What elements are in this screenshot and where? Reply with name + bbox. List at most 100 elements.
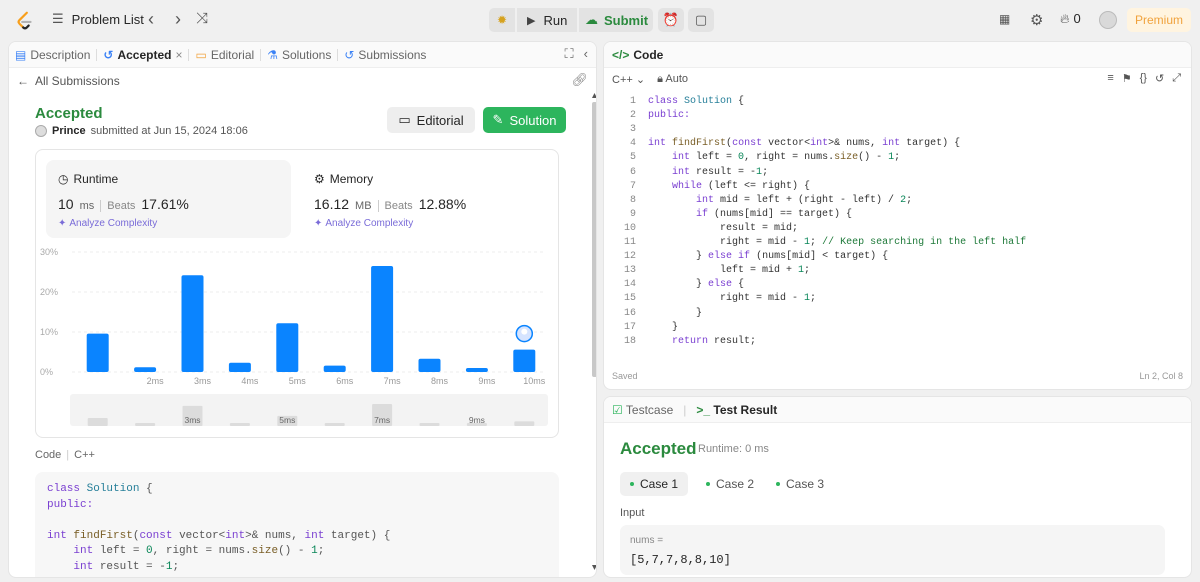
tab-solutions[interactable]: ⚗ Solutions — [261, 42, 337, 68]
gear-icon[interactable]: ⚙ — [1030, 11, 1043, 29]
left-tabs: ▤ Description ↺ Accepted × ▭ Editorial ⚗ Solu… — [9, 42, 596, 68]
reset-icon[interactable]: ↺ — [1155, 72, 1164, 85]
tab-test-result[interactable]: >_ Test Result — [696, 403, 777, 417]
tab-testcase[interactable]: ☑ Testcase — [612, 403, 673, 417]
run-button[interactable]: ▶ Run — [517, 8, 577, 32]
streak-counter[interactable]: 🔥︎ 0 — [1060, 11, 1081, 27]
x-tick-label: 7ms — [384, 376, 402, 386]
fire-icon: 🔥︎ — [1060, 11, 1070, 26]
submit-button[interactable]: ☁ Submit — [579, 8, 653, 32]
description-icon: ▤ — [15, 47, 27, 62]
overview-label: 5ms — [279, 415, 295, 425]
case-tab-2[interactable]: Case 2 — [696, 472, 764, 496]
analyze-complexity-link[interactable]: ✦ Analyze Complexity — [314, 218, 413, 229]
code-line[interactable]: while (left <= right) { — [648, 181, 810, 192]
case-tab-3[interactable]: Case 3 — [766, 472, 834, 496]
code-line[interactable]: left = mid + 1; — [648, 265, 810, 276]
user-name[interactable]: Prince — [52, 125, 86, 137]
memory-card[interactable]: ⚙ Memory 16.12 MB Beats 12.88% ✦ Analyze C… — [302, 160, 547, 238]
chart-bar — [228, 362, 251, 372]
problem-list-label: Problem List — [71, 11, 144, 27]
code-line[interactable]: right = mid - 1; — [648, 293, 816, 304]
link-icon[interactable]: 🔗︎ — [571, 72, 588, 88]
user-avatar[interactable] — [35, 125, 47, 137]
submitted-at: submitted at Jun 15, 2024 18:06 — [90, 125, 248, 137]
code-line[interactable]: right = mid - 1; // Keep searching in th… — [648, 237, 1026, 248]
chart-bar — [513, 349, 536, 372]
list-icon: ☰ — [52, 11, 64, 26]
collapse-left-icon[interactable]: ‹ — [584, 46, 588, 62]
tab-editorial[interactable]: ▭ Editorial — [189, 42, 260, 68]
x-tick-label: 9ms — [478, 376, 496, 386]
line-number: 3 — [629, 124, 636, 136]
code-line[interactable]: } — [648, 322, 678, 333]
chart-bar — [323, 365, 346, 372]
braces-icon[interactable]: {} — [1140, 72, 1147, 85]
submitted-by: Prince submitted at Jun 15, 2024 18:06 — [35, 125, 248, 137]
alarm-button[interactable]: ⏰ — [658, 8, 684, 32]
alarm-clock-icon: ⏰ — [662, 12, 680, 27]
y-tick-label: 30% — [40, 247, 58, 257]
avatar[interactable] — [1099, 11, 1117, 29]
premium-button[interactable]: Premium — [1127, 8, 1191, 32]
close-icon[interactable]: × — [175, 48, 182, 62]
tab-description[interactable]: ▤ Description — [9, 42, 96, 68]
cloud-upload-icon: ☁ — [585, 12, 598, 27]
tab-submissions[interactable]: ↺ Submissions — [338, 42, 432, 68]
submission-detail: Accepted Prince submitted at Jun 15, 202… — [17, 92, 587, 577]
runtime-card[interactable]: ◷ Runtime 10 ms Beats 17.61% ✦ Analyze Com… — [46, 160, 291, 238]
solution-button[interactable]: ✎ Solution — [483, 107, 566, 133]
chevron-left-icon[interactable]: ‹ — [148, 9, 154, 30]
leetcode-logo-icon[interactable] — [14, 10, 36, 32]
case-tab-1[interactable]: Case 1 — [620, 472, 689, 496]
code-line[interactable]: int findFirst(const vector<int>& nums, i… — [648, 138, 960, 149]
code-line[interactable]: public: — [648, 110, 690, 121]
code-icon: </> — [612, 47, 630, 62]
code-header: </> Code — [604, 42, 1191, 68]
problem-list-button[interactable]: ☰ Problem List — [52, 11, 144, 27]
language-select[interactable]: C++ ⌄ — [612, 73, 645, 86]
y-tick-label: 20% — [40, 287, 58, 297]
bookmark-icon[interactable]: ⚑ — [1122, 72, 1132, 85]
auto-mode[interactable]: 🔒︎ Auto — [657, 73, 688, 86]
result-runtime: Runtime: 0 ms — [698, 443, 769, 455]
expand-icon[interactable]: ⛶ — [565, 46, 574, 62]
y-tick-label: 10% — [40, 327, 58, 337]
editor-tools: ≡ ⚑ {} ↺ ⤢ — [1107, 72, 1181, 85]
overview-label: 9ms — [469, 415, 485, 425]
note-button[interactable]: ▢ — [688, 8, 714, 32]
submission-panel: ▤ Description ↺ Accepted × ▭ Editorial ⚗ Solu… — [8, 41, 597, 578]
analyze-complexity-link[interactable]: ✦ Analyze Complexity — [58, 218, 157, 229]
code-line[interactable]: result = mid; — [648, 223, 798, 234]
layout-grid-icon[interactable]: ▦ — [999, 12, 1010, 26]
line-number: 7 — [629, 180, 636, 192]
user-marker-head — [521, 328, 528, 335]
code-line[interactable]: } else { — [648, 279, 744, 290]
cursor-position: Ln 2, Col 8 — [1139, 371, 1183, 381]
tab-accepted[interactable]: ↺ Accepted × — [97, 42, 188, 68]
shuffle-icon[interactable]: ⤨ — [196, 10, 208, 27]
line-number: 13 — [623, 265, 636, 277]
editorial-button[interactable]: ▭ Editorial — [387, 107, 475, 133]
format-icon[interactable]: ≡ — [1107, 72, 1113, 85]
chart-bar — [86, 333, 109, 372]
all-submissions-link[interactable]: ← All Submissions — [17, 74, 120, 88]
code-line[interactable]: } — [648, 308, 702, 319]
code-line[interactable]: int left = 0, right = nums.size() - 1; — [648, 152, 900, 163]
scrollbar[interactable] — [591, 92, 597, 572]
code-line[interactable]: int result = -1; — [648, 167, 768, 178]
code-line[interactable]: if (nums[mid] == target) { — [648, 209, 852, 220]
fullscreen-icon[interactable]: ⤢ — [1172, 72, 1181, 85]
checkbox-icon: ☑ — [612, 402, 623, 417]
stats-card: ◷ Runtime 10 ms Beats 17.61% ✦ Analyze Com… — [35, 149, 559, 438]
debug-button[interactable]: ✹ — [489, 8, 515, 32]
runtime-distribution-chart[interactable]: 0% 10% 20% 30% 2ms 3ms 4ms 5ms 6ms 7ms 8ms 9ms 10ms 3… — [36, 246, 558, 436]
code-line[interactable]: return result; — [648, 336, 756, 347]
code-preview: class Solution { public: int findFirst(c… — [35, 472, 559, 577]
code-editor[interactable]: 1 class Solution {2 public: 3 4 int findFirst… — [604, 96, 1191, 356]
code-line[interactable]: int mid = left + (right - left) / 2; — [648, 195, 912, 206]
code-line[interactable]: } else if (nums[mid] < target) { — [648, 251, 888, 262]
sparkle-icon: ✦ — [58, 218, 67, 229]
code-line[interactable]: class Solution { — [648, 96, 744, 107]
chevron-right-icon[interactable]: › — [175, 9, 181, 30]
